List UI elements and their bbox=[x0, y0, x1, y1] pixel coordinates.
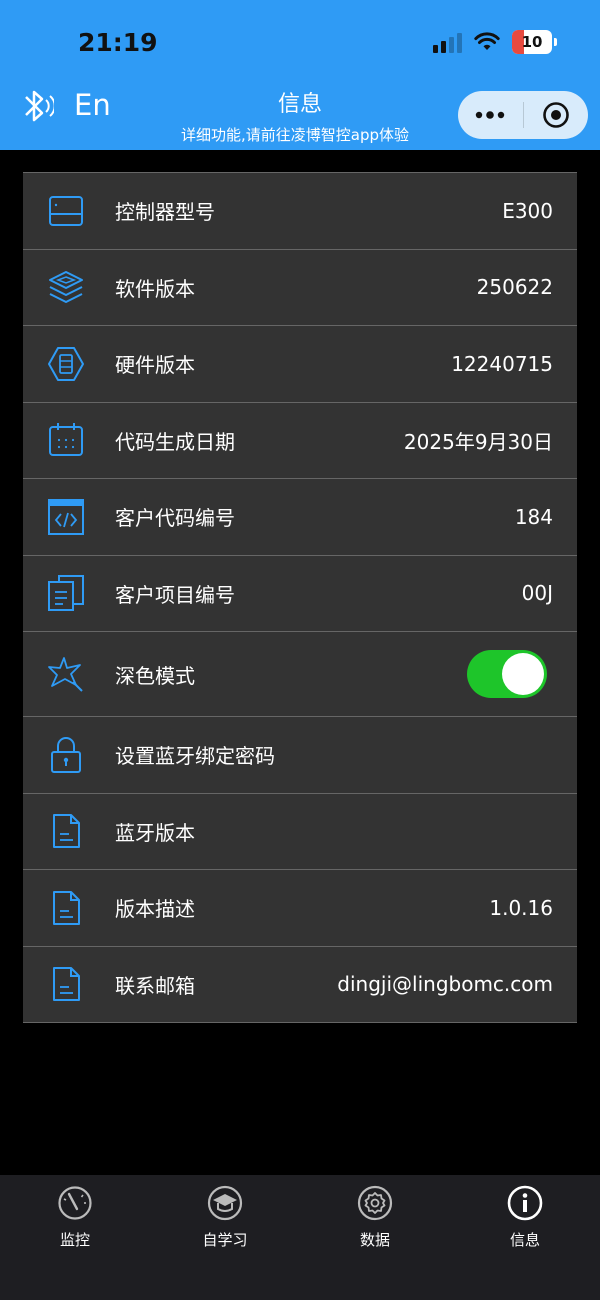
tab-label: 信息 bbox=[509, 1231, 540, 1249]
info-row-controller-model[interactable]: 控制器型号 E300 bbox=[23, 173, 577, 250]
file-icon bbox=[53, 890, 80, 925]
tab-label: 监控 bbox=[59, 1231, 90, 1249]
info-value: 184 bbox=[514, 504, 553, 529]
layers-icon bbox=[49, 271, 83, 304]
info-row-version-description[interactable]: 版本描述 1.0.16 bbox=[23, 870, 577, 947]
tab-info[interactable]: 信息 bbox=[450, 1175, 600, 1300]
info-label: 代码生成日期 bbox=[115, 429, 235, 454]
tab-monitor[interactable]: 监控 bbox=[0, 1175, 150, 1300]
target-icon bbox=[542, 102, 569, 128]
info-label: 软件版本 bbox=[115, 276, 195, 301]
battery-level: 10 bbox=[521, 33, 543, 51]
info-value: dingji@lingbomc.com bbox=[337, 972, 553, 997]
hardware-icon bbox=[48, 346, 84, 381]
graduation-cap-icon bbox=[207, 1185, 243, 1221]
info-label: 深色模式 bbox=[115, 663, 195, 688]
info-row-bluetooth-version[interactable]: 蓝牙版本 bbox=[23, 794, 577, 870]
tab-label: 自学习 bbox=[202, 1231, 248, 1249]
info-label: 客户代码编号 bbox=[115, 506, 235, 531]
wifi-icon bbox=[474, 32, 500, 50]
file-icon bbox=[53, 814, 80, 849]
gear-icon bbox=[357, 1185, 393, 1221]
tab-label: 数据 bbox=[359, 1231, 390, 1249]
status-time: 21:19 bbox=[78, 28, 158, 57]
info-label: 蓝牙版本 bbox=[115, 820, 195, 845]
info-value: 250622 bbox=[476, 275, 553, 300]
info-row-customer-code[interactable]: 客户代码编号 184 bbox=[23, 479, 577, 556]
info-label: 硬件版本 bbox=[115, 353, 195, 378]
info-value: 12240715 bbox=[451, 351, 553, 376]
file-icon bbox=[53, 967, 80, 1002]
code-icon bbox=[48, 498, 84, 535]
info-value: E300 bbox=[502, 198, 553, 223]
info-list: 控制器型号 E300 软件版本 250622 硬件版本 12240715 代码生… bbox=[23, 172, 577, 1023]
info-row-hardware-version[interactable]: 硬件版本 12240715 bbox=[23, 326, 577, 403]
info-label: 控制器型号 bbox=[115, 200, 215, 225]
info-row-dark-mode: 深色模式 bbox=[23, 632, 577, 717]
info-label: 版本描述 bbox=[115, 897, 195, 922]
bottom-tab-bar: 监控 自学习 数据 信息 bbox=[0, 1175, 600, 1300]
calendar-icon bbox=[49, 423, 83, 457]
lock-icon bbox=[51, 736, 81, 773]
battery-icon: 10 bbox=[512, 30, 557, 54]
status-icons: 10 bbox=[433, 30, 557, 54]
info-value: 1.0.16 bbox=[489, 895, 553, 920]
cellular-signal-icon bbox=[433, 31, 462, 53]
more-dots-icon bbox=[476, 111, 505, 119]
dark-mode-toggle[interactable] bbox=[467, 650, 547, 698]
tab-data[interactable]: 数据 bbox=[300, 1175, 450, 1300]
info-row-software-version[interactable]: 软件版本 250622 bbox=[23, 250, 577, 326]
controller-icon bbox=[49, 195, 83, 226]
gauge-icon bbox=[58, 1186, 92, 1220]
info-row-customer-project[interactable]: 客户项目编号 00J bbox=[23, 556, 577, 632]
info-label: 设置蓝牙绑定密码 bbox=[115, 744, 275, 769]
info-row-code-date[interactable]: 代码生成日期 2025年9月30日 bbox=[23, 403, 577, 479]
info-label: 联系邮箱 bbox=[115, 973, 195, 998]
toggle-knob bbox=[502, 653, 544, 695]
info-value: 00J bbox=[521, 581, 553, 606]
mini-program-capsule bbox=[458, 91, 588, 139]
info-row-bluetooth-password[interactable]: 设置蓝牙绑定密码 bbox=[23, 717, 577, 794]
info-value: 2025年9月30日 bbox=[403, 429, 553, 454]
info-icon bbox=[507, 1185, 543, 1221]
info-label: 客户项目编号 bbox=[115, 582, 235, 607]
close-button[interactable] bbox=[524, 91, 589, 139]
documents-icon bbox=[48, 575, 84, 612]
more-button[interactable] bbox=[458, 91, 523, 139]
info-row-contact-email[interactable]: 联系邮箱 dingji@lingbomc.com bbox=[23, 947, 577, 1023]
top-bar: 21:19 10 En 信息 详细功能,请前往凌博智控app体验 bbox=[0, 0, 600, 150]
star-icon bbox=[48, 657, 83, 692]
tab-self-learning[interactable]: 自学习 bbox=[150, 1175, 300, 1300]
